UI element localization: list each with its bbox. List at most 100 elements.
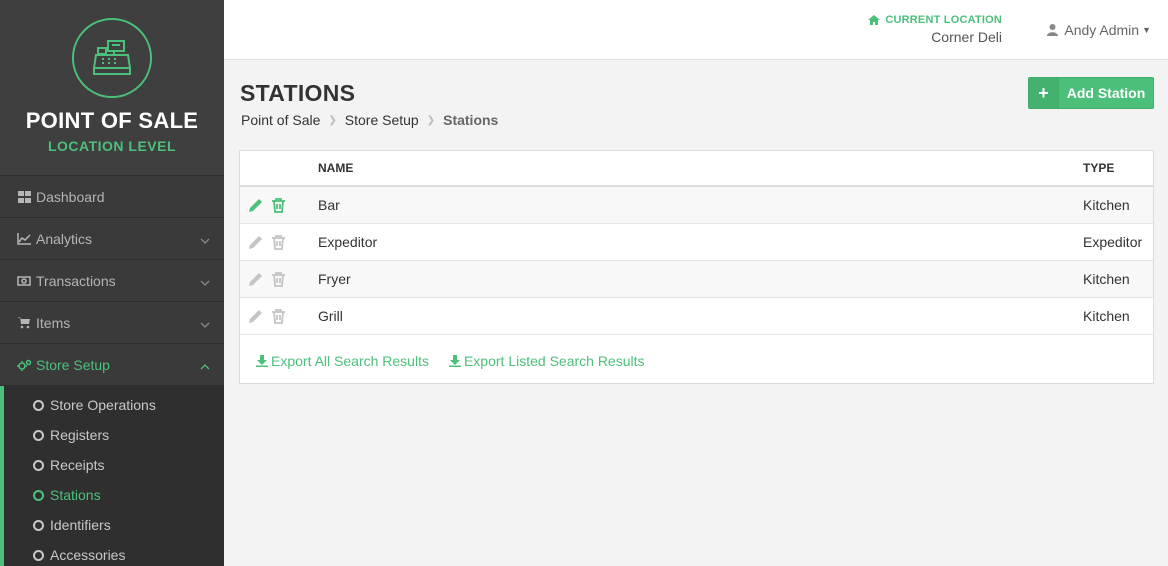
sidebar-item-label: Analytics [36,230,93,247]
export-links: Export All Search Results Export Listed … [240,335,1153,369]
gears-icon [16,358,32,372]
station-name: Expeditor [318,223,1083,261]
chevron-down-icon [200,273,210,289]
brand-block: POINT OF SALE LOCATION LEVEL [0,0,224,176]
breadcrumb-current: Stations [443,112,499,128]
home-icon [868,15,881,25]
sidebar-subitem-label: Receipts [50,457,105,473]
station-name: Fryer [318,260,1083,298]
edit-pencil-icon[interactable] [248,198,263,213]
sidebar-subitem-store-operations[interactable]: Store Operations [4,390,224,420]
table-row[interactable]: Grill Kitchen [240,297,1153,335]
export-listed-label: Export Listed Search Results [463,352,645,369]
money-icon [16,274,32,288]
store-setup-submenu: Store Operations Registers Receipts Stat… [0,386,224,566]
row-actions [240,260,318,298]
breadcrumb-item[interactable]: Store Setup [345,112,419,128]
trash-icon[interactable] [271,308,285,324]
column-header-type[interactable]: TYPE [1083,151,1153,187]
sidebar-subitem-identifiers[interactable]: Identifiers [4,510,224,540]
station-type: Kitchen [1083,260,1153,298]
sidebar-subitem-accessories[interactable]: Accessories [4,540,224,566]
trash-icon[interactable] [271,234,285,250]
brand-subtitle: LOCATION LEVEL [47,138,177,154]
sidebar-item-label: Transactions [36,272,116,289]
circle-icon [33,429,44,441]
stations-table: NAME TYPE Bar Kitchen Expeditor Expedito… [240,151,1153,335]
breadcrumb-item[interactable]: Point of Sale [241,112,320,128]
download-icon [448,354,461,367]
chevron-down-icon [200,315,210,331]
current-location[interactable]: CURRENT LOCATION Corner Deli [868,14,1002,45]
page-title: STATIONS [240,80,356,106]
station-type: Kitchen [1083,297,1153,335]
stations-panel: NAME TYPE Bar Kitchen Expeditor Expedito… [239,150,1154,384]
sidebar-item-label: Dashboard [36,188,105,205]
cash-register-icon [72,18,152,98]
sidebar-item-label: Store Setup [36,356,110,373]
table-row[interactable]: Bar Kitchen [240,186,1153,224]
sidebar-item-items[interactable]: Items [0,302,224,344]
circle-icon [33,549,44,561]
sidebar-subitem-registers[interactable]: Registers [4,420,224,450]
circle-icon [33,399,44,411]
chevron-right-icon: ❯ [328,114,337,126]
add-station-button[interactable]: + Add Station [1028,77,1154,109]
sidebar-subitem-stations[interactable]: Stations [4,480,224,510]
export-all-label: Export All Search Results [271,352,429,369]
chevron-up-icon [200,357,210,373]
top-bar: CURRENT LOCATION Corner Deli Andy Admin … [224,0,1168,60]
current-location-label: CURRENT LOCATION [885,14,1002,26]
table-row[interactable]: Fryer Kitchen [240,260,1153,298]
grid-icon [16,190,32,204]
circle-icon [33,459,44,471]
station-name: Grill [318,297,1083,335]
download-icon [256,354,268,367]
add-station-label: Add Station [1066,85,1146,101]
user-menu[interactable]: Andy Admin ▼ [1047,22,1151,38]
sidebar-item-analytics[interactable]: Analytics [0,218,224,260]
sidebar-item-store-setup[interactable]: Store Setup [0,344,224,386]
edit-pencil-icon[interactable] [248,272,263,287]
station-type: Kitchen [1083,186,1153,224]
edit-pencil-icon[interactable] [248,235,263,250]
sidebar-item-dashboard[interactable]: Dashboard [0,176,224,218]
table-header-row: NAME TYPE [240,151,1153,187]
plus-icon: + [1029,78,1059,108]
sidebar-subitem-label: Accessories [50,547,126,563]
row-actions [240,297,318,335]
current-location-label-row: CURRENT LOCATION [868,14,1002,26]
chevron-right-icon: ❯ [426,114,436,126]
sidebar-subitem-label: Stations [50,487,101,503]
user-icon [1047,24,1059,36]
export-all-link[interactable]: Export All Search Results [256,353,429,369]
circle-icon [33,519,44,531]
current-location-value: Corner Deli [931,29,1002,45]
table-row[interactable]: Expeditor Expeditor [240,223,1153,261]
station-name: Bar [318,186,1083,224]
sidebar-subitem-label: Identifiers [50,517,111,533]
circle-icon [33,489,44,501]
row-actions [240,223,318,261]
sidebar-subitem-label: Registers [50,427,110,443]
column-header-name[interactable]: NAME [318,151,1083,187]
user-name: Andy Admin [1064,22,1140,38]
sidebar-item-transactions[interactable]: Transactions [0,260,224,302]
export-listed-link[interactable]: Export Listed Search Results [448,352,645,369]
caret-down-icon: ▼ [1142,25,1151,35]
sidebar-item-label: Items [36,314,71,331]
sidebar: POINT OF SALE LOCATION LEVEL Dashboard A… [0,0,224,566]
brand-title: POINT OF SALE [25,108,199,133]
chevron-down-icon [200,231,210,247]
trash-icon[interactable] [271,198,285,214]
sidebar-subitem-receipts[interactable]: Receipts [4,450,224,480]
edit-pencil-icon[interactable] [248,309,263,324]
breadcrumb: Point of Sale ❯ Store Setup ❯ Stations [241,112,498,128]
cart-icon [16,316,32,330]
station-type: Expeditor [1083,223,1153,261]
sidebar-subitem-label: Store Operations [50,397,156,413]
actions-column-header [240,151,318,187]
row-actions [240,186,318,224]
line-chart-icon [16,232,32,246]
trash-icon[interactable] [271,271,285,287]
